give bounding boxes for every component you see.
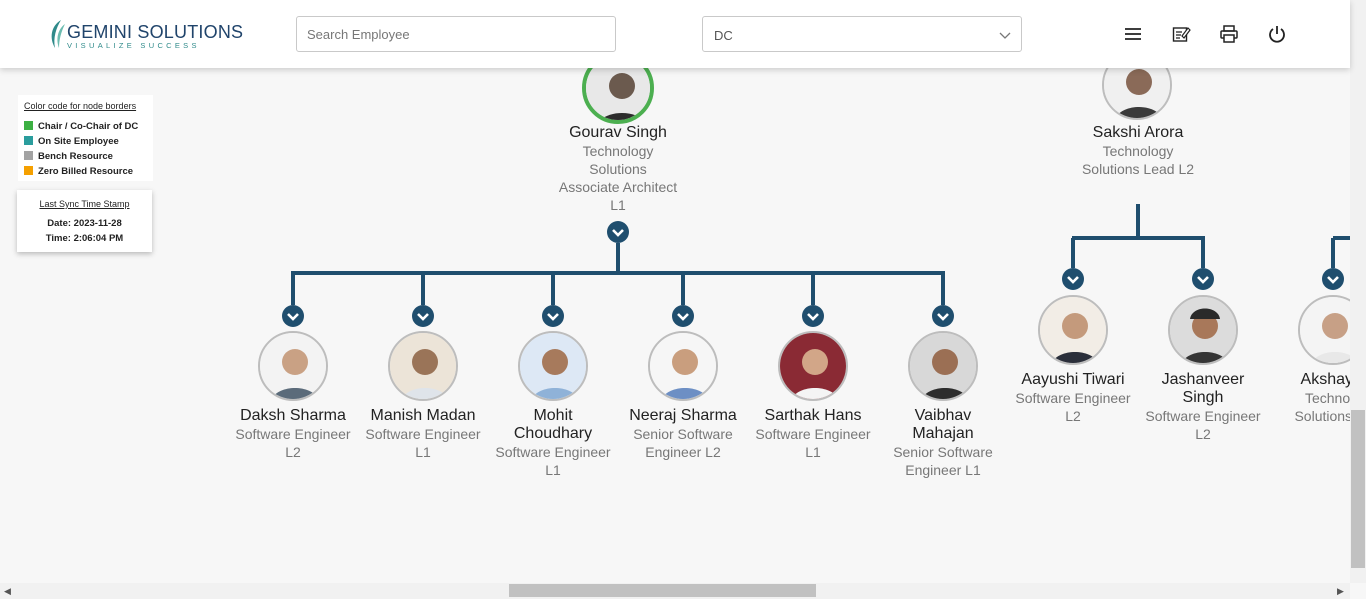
employee-node-neeraj-sharma[interactable]: Neeraj Sharma Senior Software Engineer L… (618, 407, 748, 461)
expand-toggle-chevron-icon[interactable] (672, 305, 694, 327)
power-icon[interactable] (1267, 24, 1287, 44)
employee-detail: Software Engineer (365, 426, 481, 442)
employee-detail: Software Engineer (1145, 408, 1261, 424)
employee-detail: Software Engineer (495, 444, 611, 460)
employee-detail: L1 (545, 462, 561, 478)
employee-detail: Software Engineer (1015, 390, 1131, 406)
expand-toggle-chevron-icon[interactable] (282, 305, 304, 327)
expand-toggle-chevron-icon[interactable] (932, 305, 954, 327)
employee-node-vaibhav-mahajan[interactable]: Vaibhav Mahajan Senior Software Engineer… (878, 407, 1008, 479)
avatar[interactable] (1168, 295, 1238, 365)
employee-node-sarthak-hans[interactable]: Sarthak Hans Software Engineer L1 (748, 407, 878, 461)
avatar[interactable] (518, 331, 588, 401)
employee-node-sakshi-arora[interactable]: Sakshi Arora Technology Solutions Lead L… (1073, 124, 1203, 178)
employee-detail: Senior Software (633, 426, 733, 442)
employee-detail: L2 (285, 444, 301, 460)
employee-name: Aayushi Tiwari (1021, 371, 1125, 388)
employee-name: Mohit (533, 407, 573, 424)
logo-leaf-icon (51, 20, 65, 48)
dc-select[interactable]: DC (702, 16, 1022, 52)
dc-select-value: DC (714, 28, 733, 43)
employee-node-akshay-inner: Akshay J Technolo Solutions Le (1268, 371, 1350, 425)
expand-toggle-chevron-icon[interactable] (542, 305, 564, 327)
employee-name-line2: Singh (1182, 389, 1224, 406)
employee-node-jashanveer-singh[interactable]: Jashanveer Singh Software Engineer L2 (1138, 371, 1268, 443)
search-employee-input[interactable] (296, 16, 616, 52)
employee-name-line2: Mahajan (912, 425, 974, 442)
expand-toggle-chevron-icon[interactable] (1192, 268, 1214, 290)
employee-node-aayushi-tiwari[interactable]: Aayushi Tiwari Software Engineer L2 (1008, 371, 1138, 425)
expand-toggle-chevron-icon[interactable] (802, 305, 824, 327)
avatar[interactable] (648, 331, 718, 401)
employee-name: Jashanveer (1161, 371, 1245, 388)
employee-detail: L2 (1195, 426, 1211, 442)
scroll-left-arrow-icon[interactable]: ◀ (4, 586, 11, 597)
employee-detail: Engineer L2 (645, 444, 721, 460)
expand-toggle-chevron-icon[interactable] (1322, 268, 1344, 290)
employee-name: Vaibhav (914, 407, 972, 424)
horizontal-scrollbar-thumb[interactable] (509, 584, 816, 597)
employee-node-mohit-choudhary[interactable]: Mohit Choudhary Software Engineer L1 (488, 407, 618, 479)
expand-toggle-chevron-icon[interactable] (1062, 268, 1084, 290)
employee-name: Daksh Sharma (240, 407, 346, 424)
employee-detail: Engineer L1 (905, 462, 981, 478)
avatar[interactable] (388, 331, 458, 401)
employee-detail: L2 (1065, 408, 1081, 424)
employee-node-akshay[interactable]: Akshay J Technolo Solutions Le (1268, 371, 1350, 425)
employee-node-gourav-singh[interactable]: Gourav Singh Technology Solutions Associ… (553, 124, 683, 214)
avatar[interactable] (1038, 295, 1108, 365)
logo-tagline: VISUALIZE SUCCESS (67, 41, 200, 50)
logo-wordmark: GEMINI SOLUTIONS (67, 22, 244, 42)
print-icon[interactable] (1219, 24, 1239, 44)
employee-detail: Solutions (589, 161, 647, 177)
employee-detail: L1 (415, 444, 431, 460)
employee-detail: Technolo (1304, 390, 1350, 406)
employee-detail: Solutions Lead L2 (1081, 161, 1195, 177)
employee-detail: L1 (610, 197, 626, 213)
employee-node-manish-madan[interactable]: Manish Madan Software Engineer L1 (358, 407, 488, 461)
employee-name: Manish Madan (370, 407, 476, 424)
employee-detail: Solutions Le (1294, 408, 1350, 424)
employee-detail: Technology (582, 143, 654, 159)
employee-name-line2: Choudhary (513, 425, 593, 442)
app-header: GEMINI SOLUTIONS VISUALIZE SUCCESS DC (0, 0, 1350, 68)
employee-detail: Senior Software (893, 444, 993, 460)
scroll-right-arrow-icon[interactable]: ▶ (1337, 586, 1344, 597)
employee-name: Gourav Singh (569, 124, 667, 141)
employee-detail: Software Engineer (755, 426, 871, 442)
chevron-down-icon (999, 32, 1011, 39)
expand-toggle-chevron-icon[interactable] (412, 305, 434, 327)
employee-name: Neeraj Sharma (629, 407, 737, 424)
menu-icon[interactable] (1123, 24, 1143, 44)
employee-node-daksh-sharma[interactable]: Daksh Sharma Software Engineer L2 (228, 407, 358, 461)
employee-name: Akshay J (1300, 371, 1350, 388)
edit-note-icon[interactable] (1171, 24, 1191, 44)
expand-toggle-chevron-icon[interactable] (607, 221, 629, 243)
employee-detail: Associate Architect (558, 179, 678, 195)
avatar[interactable] (908, 331, 978, 401)
avatar[interactable] (258, 331, 328, 401)
employee-detail: Software Engineer (235, 426, 351, 442)
employee-name: Sarthak Hans (764, 407, 862, 424)
vertical-scrollbar-thumb[interactable] (1351, 410, 1365, 568)
avatar[interactable] (778, 331, 848, 401)
employee-detail: Technology (1102, 143, 1174, 159)
company-logo[interactable]: GEMINI SOLUTIONS VISUALIZE SUCCESS (47, 18, 243, 52)
employee-name: Sakshi Arora (1092, 124, 1184, 141)
employee-detail: L1 (805, 444, 821, 460)
